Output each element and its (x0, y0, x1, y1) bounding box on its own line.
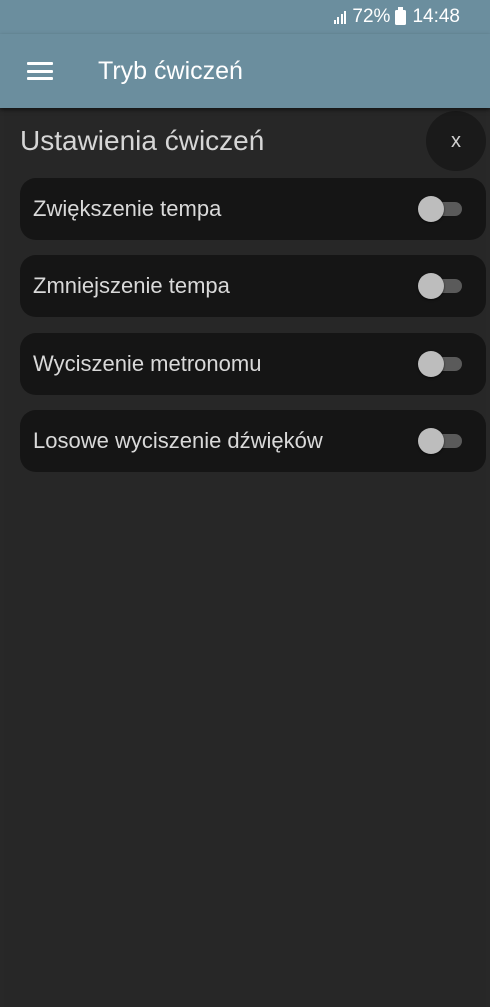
random-mute-toggle[interactable] (418, 428, 464, 454)
setting-label: Losowe wyciszenie dźwięków (33, 428, 323, 453)
menu-button[interactable] (0, 34, 80, 108)
settings-panel: Ustawienia ćwiczeń x Zwiększenie tempa Z… (4, 108, 486, 1007)
setting-label: Zmniejszenie tempa (33, 273, 230, 298)
app-title: Tryb ćwiczeń (98, 56, 243, 85)
signal-icon (332, 10, 347, 24)
setting-row-metronome-mute[interactable]: Wyciszenie metronomu (20, 333, 486, 395)
setting-label: Zwiększenie tempa (33, 196, 222, 221)
setting-label: Wyciszenie metronomu (33, 351, 262, 376)
tempo-decrease-toggle[interactable] (418, 273, 464, 299)
setting-row-tempo-increase[interactable]: Zwiększenie tempa (20, 178, 486, 240)
close-button[interactable]: x (426, 111, 486, 171)
panel-title: Ustawienia ćwiczeń (20, 125, 265, 156)
hamburger-menu-icon (27, 62, 53, 80)
battery-level: 72% (352, 6, 391, 27)
toggle-thumb (418, 273, 444, 299)
setting-row-tempo-decrease[interactable]: Zmniejszenie tempa (20, 255, 486, 317)
close-icon: x (451, 129, 461, 152)
toggle-thumb (418, 351, 444, 377)
tempo-increase-toggle[interactable] (418, 196, 464, 222)
toggle-thumb (418, 196, 444, 222)
status-bar: 72% 14:48 (0, 0, 490, 34)
setting-row-random-mute[interactable]: Losowe wyciszenie dźwięków (20, 410, 486, 472)
app-bar: Tryb ćwiczeń (0, 34, 490, 108)
toggle-thumb (418, 428, 444, 454)
metronome-mute-toggle[interactable] (418, 351, 464, 377)
battery-icon (395, 6, 407, 25)
clock: 14:48 (412, 6, 460, 27)
